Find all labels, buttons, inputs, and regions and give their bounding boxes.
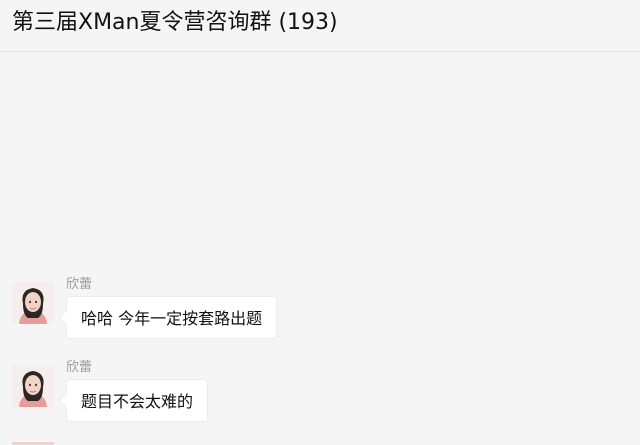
chat-header: 第三届XMan夏令营咨询群 (193): [0, 0, 640, 52]
message-bubble[interactable]: 哈哈 今年一定按套路出题: [66, 296, 278, 339]
avatar[interactable]: [12, 282, 54, 324]
message-bubble[interactable]: 题目不会太难的: [66, 379, 209, 422]
group-title: 第三届XMan夏令营咨询群 (193): [12, 10, 338, 35]
avatar[interactable]: [12, 365, 54, 407]
avatar-photo-icon: [12, 365, 54, 407]
chat-window: 第三届XMan夏令营咨询群 (193) 欣蕾 哈哈 今年一定按套路出题 欣蕾 题…: [0, 0, 640, 445]
avatar-photo-icon: [12, 282, 54, 324]
sender-name: 欣蕾: [66, 360, 93, 375]
sender-name: 欣蕾: [66, 277, 93, 292]
